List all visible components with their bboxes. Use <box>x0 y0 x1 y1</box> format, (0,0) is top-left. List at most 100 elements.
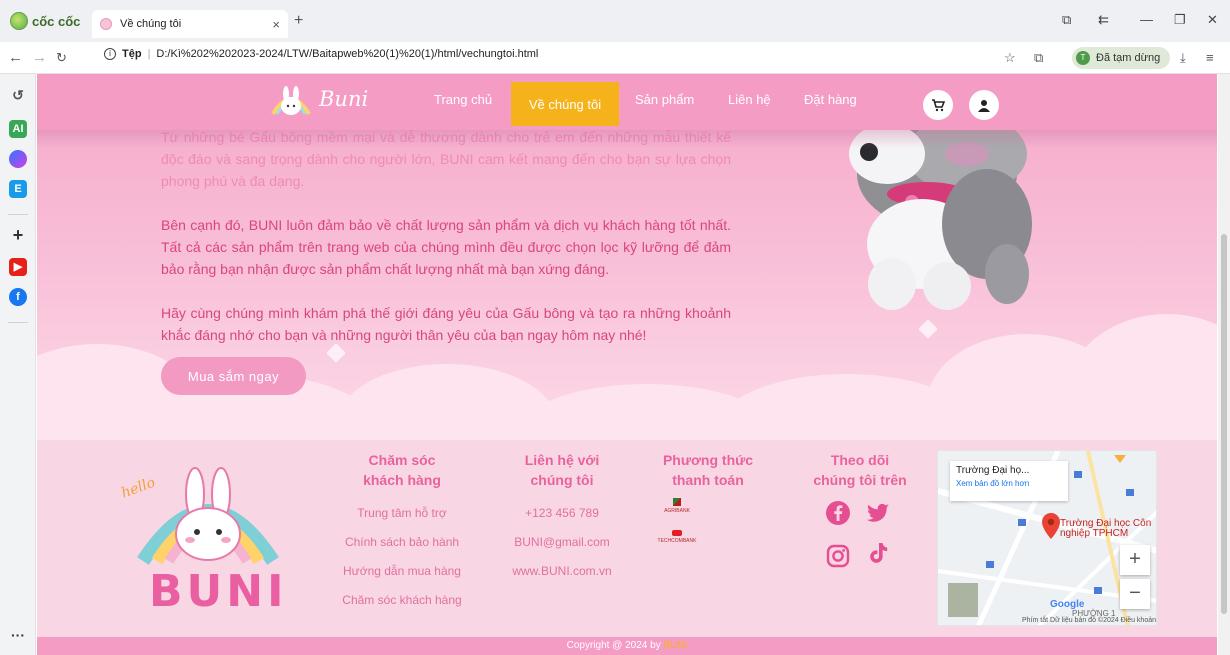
map-attribution[interactable]: Phím tắt Dữ liệu bản đồ ©2024 Điều khoản <box>942 617 1156 624</box>
cloud-decoration <box>1067 314 1217 440</box>
page-viewport: Từ những bé Gấu bông mềm mại và dễ thươn… <box>37 74 1217 655</box>
url-text[interactable]: D:/Kì%202%202023-2024/LTW/Baitapweb%20(1… <box>156 48 538 60</box>
link-support-center[interactable]: Trung tâm hỗ trợ <box>327 506 477 520</box>
follow-title-line-1: Theo dõi <box>830 452 890 468</box>
cart-icon <box>932 98 945 111</box>
copyright-text: Copyright @ 2024 by <box>566 640 661 651</box>
map-pin-label: Trường Đại học Côn nghiệp TPHCM <box>1060 519 1151 539</box>
browser-tab[interactable]: Về chúng tôi × <box>92 10 288 38</box>
main-navbar: Buni Trang chủ Về chúng tôi Sản phẩm Liê… <box>37 74 1217 148</box>
minimize-button[interactable]: — <box>1140 12 1153 27</box>
account-button[interactable] <box>969 90 999 120</box>
docs-icon[interactable]: E <box>9 180 27 198</box>
payment-title-line-1: Phương thức <box>662 452 754 468</box>
profile-status: Đã tạm dừng <box>1096 52 1161 64</box>
url-separator: | <box>147 48 151 60</box>
bookmark-star-icon[interactable]: ☆ <box>1004 50 1016 66</box>
follow-title: Theo dõi chúng tôi trên <box>795 450 925 490</box>
about-paragraph-3: Hãy cùng chúng mình khám phá thế giới đá… <box>161 305 731 343</box>
instagram-icon[interactable] <box>825 543 851 569</box>
contact-email[interactable]: BUNI@gmail.com <box>487 535 637 549</box>
address-bar: ← → ↻ i Tệp | D:/Kì%202%202023-2024/LTW/… <box>0 42 1230 74</box>
about-paragraph-2: Bên cạnh đó, BUNI luôn đảm bảo về chất l… <box>161 217 731 277</box>
coccoc-logo-icon <box>10 12 28 30</box>
new-tab-button[interactable]: + <box>294 12 303 30</box>
messenger-icon[interactable] <box>9 150 27 168</box>
link-warranty-policy[interactable]: Chính sách bảo hành <box>327 535 477 549</box>
nav-about-active[interactable]: Về chúng tôi <box>511 82 619 126</box>
history-icon[interactable]: ⇇ <box>1098 12 1109 28</box>
about-hero: Từ những bé Gấu bông mềm mại và dễ thươn… <box>37 74 1217 440</box>
map-pin-icon[interactable] <box>1042 513 1060 539</box>
sidebar-divider <box>8 214 28 215</box>
copyright-brand[interactable]: BUNI <box>663 640 687 651</box>
sidebar-divider-2 <box>8 322 28 323</box>
payment-title: Phương thức thanh toán <box>643 450 773 490</box>
tab-search-icon[interactable]: ⧉ <box>1062 12 1071 28</box>
contact-phone[interactable]: +123 456 789 <box>487 506 637 520</box>
map-zoom-in-button[interactable]: + <box>1120 545 1150 575</box>
facebook-icon[interactable] <box>825 500 851 526</box>
youtube-icon[interactable]: ▶ <box>9 258 27 276</box>
profile-avatar: T <box>1076 51 1090 65</box>
site-info-icon[interactable]: i <box>104 48 116 60</box>
ai-assistant-icon[interactable]: AI <box>9 120 27 138</box>
logo-text: Buni <box>319 87 369 111</box>
map-info-card: Trường Đại họ... Xem bản đồ lớn hơn <box>950 461 1068 501</box>
browser-tabbar: cốc cốc Về chúng tôi × + ⧉ ⇇ — ❐ ✕ <box>0 0 1230 42</box>
map-larger-link[interactable]: Xem bản đồ lớn hơn <box>956 479 1062 488</box>
reload-icon[interactable]: ↻ <box>56 50 67 66</box>
link-shopping-guide[interactable]: Hướng dẫn mua hàng <box>327 564 477 578</box>
browser-brand[interactable]: cốc cốc <box>10 12 80 30</box>
nav-contact[interactable]: Liên hệ <box>728 92 771 107</box>
download-icon[interactable]: ⤓ <box>1180 50 1186 66</box>
care-title-line-1: Chăm sóc <box>368 452 436 468</box>
location-map[interactable]: Trường Đại họ... Xem bản đồ lớn hơn Trườ… <box>937 450 1157 626</box>
contact-title: Liên hệ với chúng tôi <box>497 450 627 490</box>
browser-brand-label: cốc cốc <box>32 13 81 29</box>
bunny-logo-icon <box>271 86 311 116</box>
link-customer-care[interactable]: Chăm sóc khách hàng <box>327 593 477 607</box>
map-zoom-out-button[interactable]: − <box>1120 579 1150 609</box>
agribank-label: AGRIBANK <box>664 508 690 514</box>
nav-order[interactable]: Đặt hàng <box>804 92 857 107</box>
about-text: Từ những bé Gấu bông mềm mại và dễ thươn… <box>161 126 731 368</box>
techcombank-label: TECHCOMBANK <box>657 538 697 544</box>
page-scrollbar[interactable] <box>1218 74 1230 655</box>
twitter-icon[interactable] <box>865 500 891 526</box>
map-place-title: Trường Đại họ... <box>956 465 1030 476</box>
cart-button[interactable] <box>923 90 953 120</box>
tab-favicon-icon <box>100 18 112 30</box>
forward-icon[interactable]: → <box>32 49 47 66</box>
add-panel-icon[interactable]: + <box>9 226 27 244</box>
sparkle-decoration <box>918 319 938 339</box>
url-scheme-label: Tệp <box>122 48 142 60</box>
url-field[interactable]: i Tệp | D:/Kì%202%202023-2024/LTW/Baitap… <box>104 48 538 60</box>
tab-close-button[interactable]: × <box>272 17 280 32</box>
contact-website[interactable]: www.BUNI.com.vn <box>487 564 637 578</box>
back-icon[interactable]: ← <box>8 49 23 66</box>
tab-title: Về chúng tôi <box>120 18 182 30</box>
site-footer: hello BUNI Chăm sóc khách hàng Trung tâm… <box>37 440 1217 637</box>
profile-button[interactable]: T Đã tạm dừng <box>1072 47 1171 69</box>
close-window-button[interactable]: ✕ <box>1207 12 1218 28</box>
shop-now-button[interactable]: Mua sắm ngay <box>161 357 306 395</box>
techcombank-mark-icon <box>672 530 682 536</box>
google-logo: Google <box>1050 599 1085 610</box>
nav-home[interactable]: Trang chủ <box>434 92 492 107</box>
agribank-logo: AGRIBANK <box>655 498 699 514</box>
scrollbar-thumb[interactable] <box>1221 234 1227 614</box>
navbar-shadow <box>37 130 1217 148</box>
restore-button[interactable]: ❐ <box>1174 12 1186 28</box>
payment-title-line-2: thanh toán <box>672 472 744 488</box>
more-icon[interactable]: ··· <box>9 626 27 644</box>
facebook-sidebar-icon[interactable]: f <box>9 288 27 306</box>
nav-products[interactable]: Sản phẩm <box>635 92 694 107</box>
tiktok-icon[interactable] <box>865 540 891 566</box>
history-sidebar-icon[interactable]: ↺ <box>9 86 27 104</box>
care-title: Chăm sóc khách hàng <box>337 450 467 490</box>
copyright-bar: Copyright @ 2024 by BUNI <box>37 637 1217 655</box>
extensions-icon[interactable]: ⧉ <box>1034 50 1043 66</box>
menu-icon[interactable]: ≡ <box>1206 50 1214 65</box>
site-logo[interactable]: Buni <box>269 80 368 118</box>
